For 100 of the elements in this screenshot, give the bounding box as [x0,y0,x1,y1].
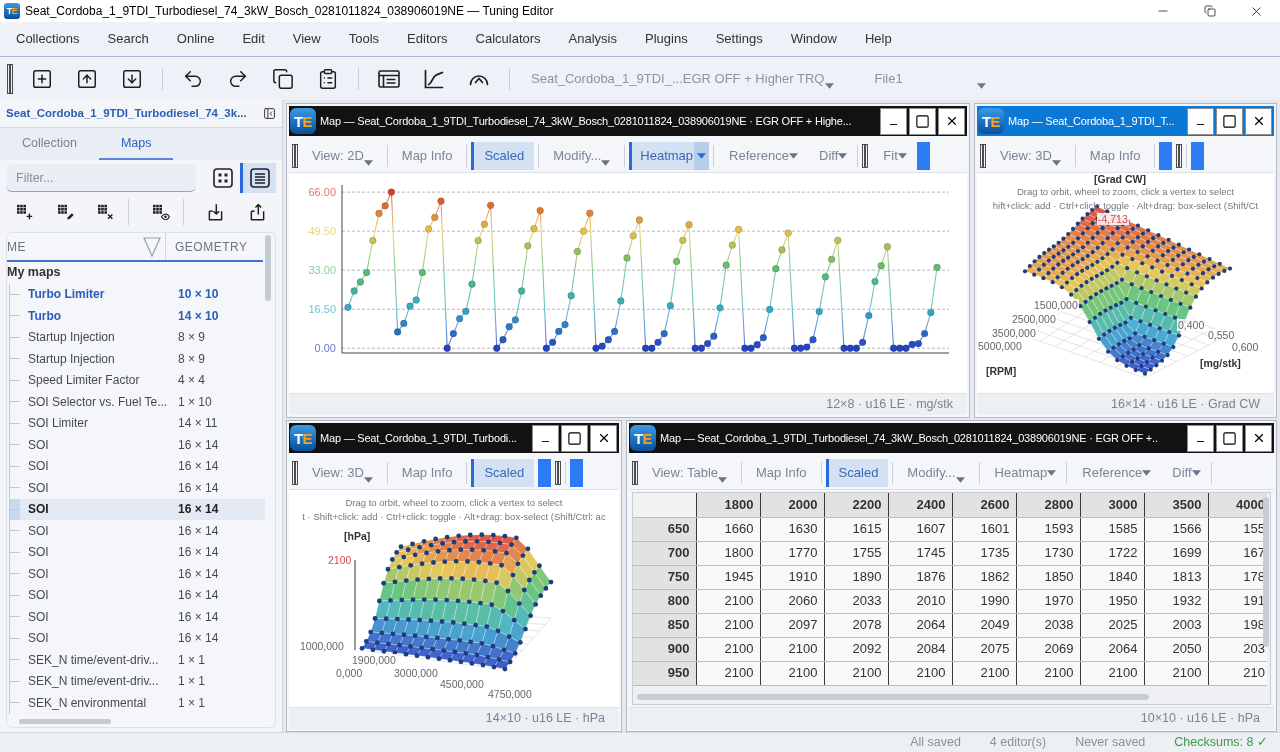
vertical-scrollbar[interactable] [265,235,271,301]
data-point [418,268,427,277]
grip-handle[interactable] [980,143,986,168]
menu-button[interactable]: Fit [872,141,913,170]
map-list-item[interactable]: SEK_N time/event-driv... 1 × 1 [10,649,265,671]
map-list-item[interactable]: Startup Injection 8 × 9 [10,326,265,348]
editor-title-bar[interactable]: TE Map — Seat_Cordoba_1_9TDI_Turbodiesel_74_3kW_Bosch_0281011824_038906019NE · EGR OFF + Highe... [289,106,967,136]
grip-handle[interactable] [292,460,298,485]
menu-button[interactable]: Heatmap [629,141,710,170]
vertical-scrollbar[interactable] [1263,497,1269,647]
toolbar-toggle[interactable] [570,458,584,487]
editor-title-bar[interactable]: TE Map — Seat_Cordoba_1_9TDI_T... [977,106,1274,136]
toolbar-toggle[interactable] [916,141,930,170]
menu-item[interactable]: Collections [2,22,94,56]
menu-item[interactable]: Help [850,22,906,56]
data-point [722,261,730,269]
map-list-item[interactable]: SOI 16 × 14 [10,606,265,628]
map-list-item[interactable]: SOI Selector vs. Fuel Te... 1 × 10 [10,391,265,413]
map-list-item[interactable]: Turbo 14 × 10 [10,305,265,327]
map-list-item[interactable]: Speed Limiter Factor 4 × 4 [10,369,265,391]
grip-handle[interactable] [7,63,13,94]
map-list-item[interactable]: SOI 16 × 14 [10,455,265,477]
menu-button[interactable]: Diff [808,141,854,170]
map-list-item[interactable]: Startup Injection 8 × 9 [10,348,265,370]
maximize-button[interactable] [909,107,936,135]
caret-icon [363,476,373,483]
toggle-button[interactable]: Scaled [825,458,889,487]
map-list-item[interactable]: SOI 16 × 14 [10,563,265,585]
maximize-button[interactable] [1216,424,1243,452]
map-list-item[interactable]: SOI 16 × 14 [10,477,265,499]
horizontal-scrollbar[interactable] [19,719,111,724]
toolbar-button[interactable]: Map Info [1079,141,1151,170]
dropdown[interactable]: Modify... [543,141,621,170]
map-list-item[interactable]: Turbo Limiter 10 × 10 [10,283,265,305]
toolbar-button[interactable]: Map Info [746,458,817,487]
status-text: All saved [910,734,961,752]
filter-field[interactable]: Filter... [6,164,196,192]
collapse-panel-button[interactable] [262,106,276,121]
tree-group-label[interactable]: My maps [7,263,61,283]
menu-item[interactable]: Plugins [631,22,702,56]
dropdown[interactable]: View: 3D [302,458,383,487]
menu-item[interactable]: Window [776,22,851,56]
menu-item[interactable]: Online [162,22,229,56]
menu-item[interactable]: Analysis [554,22,631,56]
maximize-button[interactable] [561,424,588,452]
map-list-item[interactable]: SOI 16 × 14 [10,520,265,542]
view-mode-button[interactable] [240,163,276,193]
close-button[interactable] [1245,424,1272,452]
menu-button[interactable]: Reference [1071,458,1158,487]
minimize-button[interactable] [532,424,559,452]
menu-item[interactable]: Editors [393,22,462,56]
dropdown[interactable]: Modify... [897,458,975,487]
column-header[interactable]: GEOMETRY [175,237,248,256]
map-list-item[interactable]: SOI 16 × 14 [10,584,265,606]
row-header: 650 [633,517,696,541]
menu-item[interactable]: View [278,22,335,56]
menu-button[interactable]: Diff [1161,458,1207,487]
dropdown[interactable]: View: Table [642,458,737,487]
toolbar-toggle[interactable] [1159,141,1173,170]
map-list-item[interactable]: SEK_N time/event-driv... 1 × 1 [10,670,265,692]
close-button[interactable] [938,107,965,135]
toolbar-button[interactable]: Map Info [391,141,463,170]
toggle-button[interactable]: Scaled [471,458,535,487]
plus-square-icon [31,67,53,90]
menu-item[interactable]: Settings [701,22,777,56]
grip-handle[interactable] [292,143,298,168]
minimize-button[interactable] [880,107,907,135]
grip-handle[interactable] [862,143,869,168]
menu-item[interactable]: Tools [334,22,394,56]
map-list-item[interactable]: SOI 16 × 14 [10,541,265,563]
map-list-item[interactable]: SOI 16 × 14 [10,627,265,649]
dropdown[interactable]: View: 2D [302,141,383,170]
map-list-item[interactable]: SOI 16 × 14 [10,434,265,456]
menu-item[interactable]: Calculators [461,22,555,56]
map-list-item[interactable]: SEK_N environmental 1 × 1 [10,692,265,714]
map-list-item[interactable]: SOI Limiter 14 × 11 [10,412,265,434]
horizontal-scrollbar[interactable] [637,694,1149,700]
editor-title-bar[interactable]: TE Map — Seat_Cordoba_1_9TDI_Turbodiesel_74_3kW_Bosch_0281011824_038906019NE · EGR OFF +.. [629,423,1274,453]
grip-handle[interactable] [555,460,562,485]
column-header[interactable]: ME [7,237,26,256]
sidebar-tab[interactable]: Maps [98,128,174,160]
toolbar-toggle[interactable] [1191,141,1205,170]
menu-item[interactable]: Search [93,22,163,56]
close-button[interactable] [1245,107,1272,135]
toolbar-button[interactable]: Map Info [391,458,463,487]
data-point [548,338,557,347]
menu-item[interactable]: Edit [228,22,279,56]
toggle-button[interactable]: Scaled [471,141,535,170]
hint-text: hift+click: add · Ctrl+click: toggle · Alt+drag: box-select (Shift/Ct [992,199,1259,213]
minimize-button[interactable] [1187,424,1214,452]
map-list-item[interactable]: SOI 16 × 14 [10,498,265,520]
close-button[interactable] [590,424,617,452]
editor-title-bar[interactable]: TE Map — Seat_Cordoba_1_9TDI_Turbodi... [289,423,619,453]
grip-handle[interactable] [632,460,638,485]
toolbar-toggle[interactable] [538,458,552,487]
maximize-button[interactable] [1216,107,1243,135]
dropdown[interactable]: View: 3D [990,141,1071,170]
menu-button[interactable]: Heatmap [983,458,1063,487]
hint-text: t · Shift+click: add · Ctrl+click: toggle · Alt+drag: box-select (Shift/Ctrl: ac [302,510,606,524]
grip-handle[interactable] [1176,143,1183,168]
